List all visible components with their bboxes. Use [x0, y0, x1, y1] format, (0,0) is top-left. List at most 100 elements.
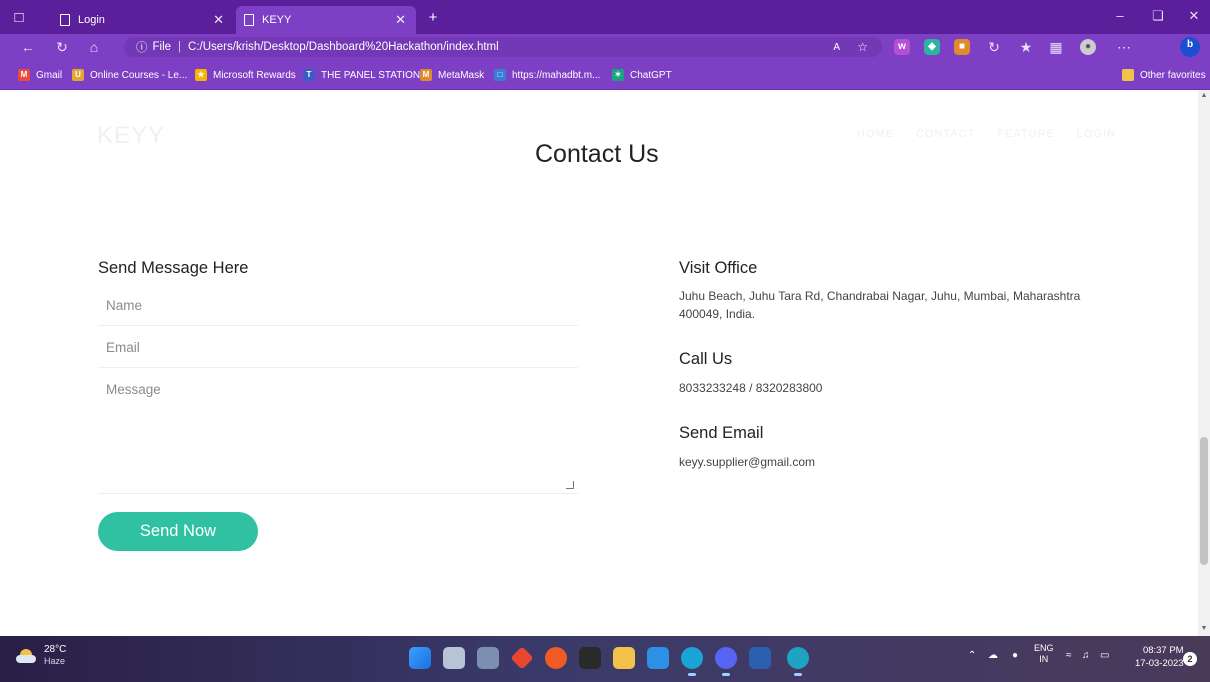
- close-tab-icon[interactable]: ✕: [395, 12, 406, 28]
- refresh-icon[interactable]: ↻: [52, 38, 72, 56]
- info-icon: ⓘ: [136, 42, 148, 54]
- bookmark-label: THE PANEL STATION: [321, 69, 421, 81]
- chevron-up-icon[interactable]: ⌃: [968, 650, 976, 661]
- store-icon[interactable]: [477, 647, 499, 669]
- close-tab-icon[interactable]: ✕: [213, 12, 224, 28]
- metamask-icon[interactable]: ■: [954, 39, 970, 55]
- bookmark-label: ChatGPT: [630, 69, 672, 81]
- read-aloud-icon[interactable]: A: [833, 42, 840, 53]
- bookmark-label: Gmail: [36, 69, 63, 81]
- bookmark-online-courses[interactable]: U Online Courses - Le...: [72, 68, 187, 82]
- bookmark-label: Other favorites: [1140, 69, 1206, 81]
- discord-icon[interactable]: [715, 647, 737, 676]
- weather-condition: Haze: [44, 656, 66, 666]
- phone-numbers: 8033233248 / 8320283800: [679, 381, 823, 395]
- battery-icon[interactable]: ▭: [1100, 650, 1109, 661]
- back-icon[interactable]: ←: [18, 38, 38, 56]
- vscode-icon[interactable]: [647, 647, 669, 669]
- brave-icon[interactable]: [545, 647, 567, 669]
- bookmark-label: Online Courses - Le...: [90, 69, 188, 81]
- microphone-icon[interactable]: ●: [1012, 650, 1018, 661]
- bookmark-panel-station[interactable]: T THE PANEL STATION: [303, 68, 420, 82]
- scroll-up-icon[interactable]: ▲: [1198, 92, 1210, 99]
- word-icon[interactable]: [749, 647, 771, 669]
- system-clock[interactable]: 08:37 PM 17-03-2023: [1135, 644, 1184, 670]
- minimize-icon[interactable]: –: [1110, 8, 1130, 23]
- profile-avatar-icon[interactable]: ●: [1080, 39, 1096, 55]
- bookmark-other-favorites[interactable]: Other favorites: [1122, 68, 1206, 82]
- extension-diamond-icon[interactable]: ◆: [924, 39, 940, 55]
- udemy-icon: U: [72, 69, 84, 81]
- address-separator: |: [178, 41, 182, 53]
- resize-handle-icon[interactable]: [566, 481, 574, 489]
- clock-date: 17-03-2023: [1135, 658, 1184, 669]
- nav-contact[interactable]: CONTACT: [916, 128, 975, 140]
- edge-icon[interactable]: [681, 647, 703, 676]
- new-tab-button[interactable]: +: [422, 6, 444, 28]
- email-input[interactable]: Email: [98, 340, 578, 368]
- bookmark-gmail[interactable]: M Gmail: [18, 68, 62, 82]
- nav-feature[interactable]: FEATURE: [997, 128, 1055, 140]
- wifi-icon[interactable]: ≈: [1066, 650, 1072, 661]
- tab-keyy[interactable]: KEYY ✕: [236, 6, 416, 34]
- nav-home[interactable]: HOME: [857, 128, 894, 140]
- bookmarks-bar: M Gmail U Online Courses - Le... ★ Micro…: [0, 60, 1210, 90]
- language-indicator[interactable]: ENG IN: [1034, 643, 1054, 665]
- bing-chat-icon[interactable]: b: [1180, 37, 1200, 57]
- epic-games-icon[interactable]: [579, 647, 601, 669]
- weather-tray-icon[interactable]: ☁: [988, 650, 998, 661]
- contact-email: keyy.supplier@gmail.com: [679, 455, 816, 469]
- task-view-icon[interactable]: [443, 647, 465, 669]
- git-icon[interactable]: [510, 646, 534, 670]
- tab-label: Login: [78, 14, 105, 26]
- restore-icon[interactable]: ❏: [1148, 8, 1168, 24]
- folder-icon: [1122, 69, 1134, 81]
- send-now-button[interactable]: Send Now: [98, 512, 258, 551]
- form-title: Send Message Here: [98, 259, 249, 277]
- bookmark-chatgpt[interactable]: ✶ ChatGPT: [612, 68, 672, 82]
- bookmark-label: MetaMask: [438, 69, 485, 81]
- favorites-icon[interactable]: ★: [1016, 38, 1036, 56]
- chatgpt-icon: ✶: [612, 69, 624, 81]
- tps-icon: T: [303, 69, 315, 81]
- bookmark-microsoft-rewards[interactable]: ★ Microsoft Rewards: [195, 68, 296, 82]
- section-title: Contact Us: [535, 140, 659, 168]
- region-code: IN: [1039, 654, 1049, 664]
- page-scrollbar[interactable]: ▲ ▼: [1198, 90, 1210, 636]
- close-window-icon[interactable]: ✕: [1184, 8, 1204, 24]
- start-icon[interactable]: [409, 647, 431, 669]
- refresh-extension-icon[interactable]: ↻: [984, 38, 1004, 56]
- tab-login[interactable]: Login ✕: [52, 6, 234, 34]
- bookmark-metamask[interactable]: M MetaMask: [420, 68, 484, 82]
- page-icon: □: [494, 69, 506, 81]
- visit-office-title: Visit Office: [679, 259, 758, 277]
- address-url: C:/Users/krish/Desktop/Dashboard%20Hacka…: [188, 41, 499, 53]
- tab-actions-icon[interactable]: □: [8, 6, 30, 28]
- brand-logo[interactable]: KEYY: [97, 122, 165, 150]
- favorite-star-icon[interactable]: ☆: [857, 40, 868, 54]
- more-menu-icon[interactable]: ⋯: [1114, 38, 1134, 56]
- collections-icon[interactable]: ▦: [1046, 38, 1066, 56]
- bookmark-label: Microsoft Rewards: [213, 69, 296, 81]
- page-icon: [244, 14, 254, 26]
- file-explorer-icon[interactable]: [613, 647, 635, 669]
- weather-icon: [16, 648, 38, 663]
- extension-w-icon[interactable]: w: [894, 39, 910, 55]
- office-address: Juhu Beach, Juhu Tara Rd, Chandrabai Nag…: [679, 289, 1081, 321]
- name-input[interactable]: Name: [98, 298, 578, 326]
- home-icon[interactable]: ⌂: [84, 38, 104, 56]
- scroll-down-icon[interactable]: ▼: [1198, 625, 1210, 632]
- edge-active-icon[interactable]: [787, 647, 809, 676]
- weather-widget[interactable]: 28°C Haze: [16, 644, 66, 667]
- temperature: 28°C: [44, 644, 67, 655]
- scrollbar-thumb[interactable]: [1200, 437, 1208, 565]
- call-us-title: Call Us: [679, 350, 733, 368]
- browser-tab-strip: □ Login ✕ KEYY ✕ + – ❏ ✕: [0, 0, 1210, 34]
- bookmark-mahadbt[interactable]: □ https://mahadbt.m...: [494, 68, 600, 82]
- nav-login[interactable]: LOGIN: [1077, 128, 1116, 140]
- address-bar[interactable]: ⓘ File | C:/Users/krish/Desktop/Dashboar…: [124, 37, 882, 57]
- message-textarea[interactable]: Message: [98, 382, 578, 494]
- volume-icon[interactable]: ♫: [1082, 650, 1090, 661]
- rewards-medal-icon: ★: [195, 69, 207, 81]
- notification-badge[interactable]: 2: [1183, 652, 1197, 666]
